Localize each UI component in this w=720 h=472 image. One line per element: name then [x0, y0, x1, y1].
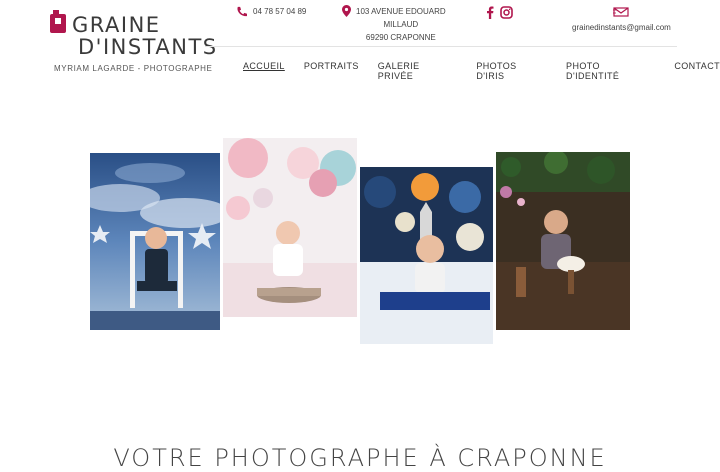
instagram-icon[interactable] [500, 6, 513, 19]
address-line2: MILLAUD [383, 20, 419, 29]
gallery-photo-4[interactable] [496, 152, 630, 330]
phone-contact[interactable]: 04 78 57 04 89 [236, 5, 306, 18]
email-contact[interactable]: grainedinstants@gmail.com [572, 7, 671, 34]
gallery-photo-3[interactable] [360, 167, 493, 344]
gallery-photo-2[interactable] [223, 138, 357, 317]
camera-logo-icon [50, 10, 66, 33]
nav-photo-identite[interactable]: PHOTO D'IDENTITÉ [566, 61, 655, 81]
nav-portraits[interactable]: PORTRAITS [304, 61, 359, 81]
page-headline: VOTRE PHOTOGRAPHE À CRAPONNE [113, 444, 607, 472]
nav-contact[interactable]: CONTACT [674, 61, 720, 81]
social-links [486, 6, 513, 19]
map-pin-icon [342, 5, 351, 17]
logo-line1: GRAINE [72, 13, 161, 37]
phone-number[interactable]: 04 78 57 04 89 [253, 5, 306, 18]
facebook-icon[interactable] [486, 6, 494, 19]
site-logo[interactable]: GRAINE D'INSTANTS MYRIAM LAGARDE - PHOTO… [50, 8, 216, 73]
email-address[interactable]: grainedinstants@gmail.com [572, 23, 671, 32]
address-line3: 69290 CRAPONNE [365, 33, 436, 42]
header-divider [205, 46, 677, 47]
nav-galerie-privee[interactable]: GALERIE PRIVÉE [378, 61, 458, 81]
phone-icon [237, 6, 247, 17]
logo-line2: D'INSTANTS [78, 35, 218, 59]
address-contact: 103 AVENUE EDOUARD MILLAUD 69290 CRAPONN… [342, 5, 446, 44]
nav-accueil[interactable]: ACCUEIL [243, 61, 285, 81]
address-line1: 103 AVENUE EDOUARD [356, 7, 446, 16]
gallery-photo-1[interactable] [90, 153, 220, 330]
logo-tagline: MYRIAM LAGARDE - PHOTOGRAPHE [54, 64, 213, 73]
main-nav: ACCUEIL PORTRAITS GALERIE PRIVÉE PHOTOS … [243, 61, 720, 81]
nav-photos-iris[interactable]: PHOTOS D'IRIS [476, 61, 547, 81]
envelope-icon [613, 7, 630, 17]
